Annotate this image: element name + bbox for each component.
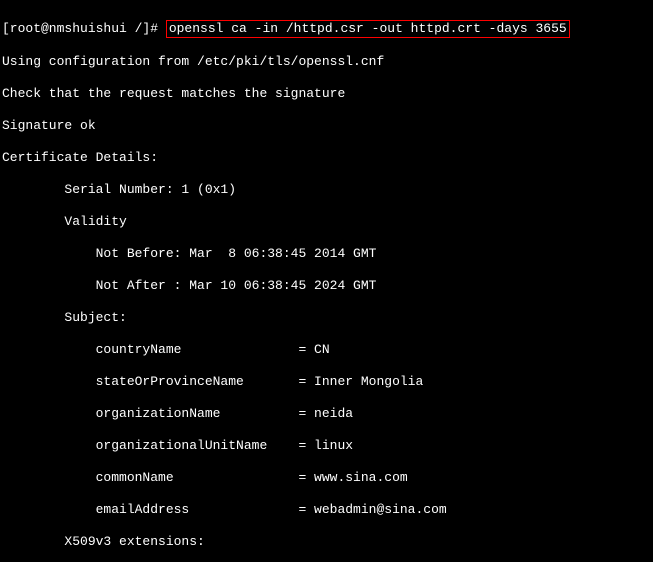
shell-prompt: [root@nmshuishui /]# bbox=[2, 21, 166, 36]
output-line: Serial Number: 1 (0x1) bbox=[2, 182, 651, 198]
output-line: Not Before: Mar 8 06:38:45 2014 GMT bbox=[2, 246, 651, 262]
output-line: X509v3 extensions: bbox=[2, 534, 651, 550]
output-line: stateOrProvinceName = Inner Mongolia bbox=[2, 374, 651, 390]
output-line: Signature ok bbox=[2, 118, 651, 134]
output-line: Check that the request matches the signa… bbox=[2, 86, 651, 102]
output-line: commonName = www.sina.com bbox=[2, 470, 651, 486]
output-line: Certificate Details: bbox=[2, 150, 651, 166]
output-line: countryName = CN bbox=[2, 342, 651, 358]
output-line: emailAddress = webadmin@sina.com bbox=[2, 502, 651, 518]
output-line: organizationalUnitName = linux bbox=[2, 438, 651, 454]
output-line: Not After : Mar 10 06:38:45 2024 GMT bbox=[2, 278, 651, 294]
output-line: Subject: bbox=[2, 310, 651, 326]
output-line: Using configuration from /etc/pki/tls/op… bbox=[2, 54, 651, 70]
openssl-command: openssl ca -in /httpd.csr -out httpd.crt… bbox=[169, 21, 567, 36]
prompt-line-1[interactable]: [root@nmshuishui /]# openssl ca -in /htt… bbox=[2, 20, 651, 38]
terminal-output: [root@nmshuishui /]# openssl ca -in /htt… bbox=[0, 0, 653, 562]
output-line: Validity bbox=[2, 214, 651, 230]
command-highlight-box: openssl ca -in /httpd.csr -out httpd.crt… bbox=[166, 20, 570, 38]
output-line: organizationName = neida bbox=[2, 406, 651, 422]
